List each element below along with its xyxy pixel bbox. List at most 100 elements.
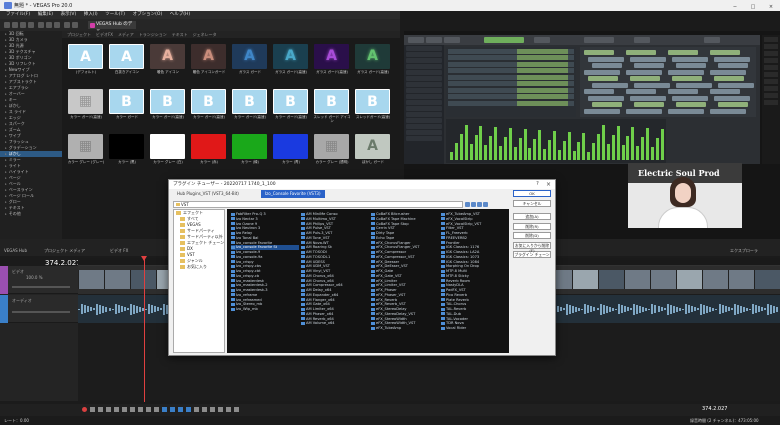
preset-cell[interactable]: B カラー ガード xyxy=(107,87,147,125)
snap-toggle[interactable] xyxy=(194,407,199,412)
preset-cell[interactable]: カラー グレー (白) xyxy=(148,132,188,170)
up-folder-icon[interactable] xyxy=(465,202,470,207)
tab-project-media[interactable]: プロジェクト メディア xyxy=(44,248,85,254)
prev-frame-button[interactable] xyxy=(130,407,135,412)
preset-cell[interactable]: B カラー ガード(高速) xyxy=(189,87,229,125)
menu-options[interactable]: オプション(O) xyxy=(133,11,163,19)
play-button[interactable] xyxy=(106,407,111,412)
zoom-tool[interactable] xyxy=(234,407,239,412)
split-tool[interactable] xyxy=(186,407,191,412)
plugin-item[interactable]: eFX_TubeAmp xyxy=(371,326,439,331)
cancel-button[interactable]: キャンセル xyxy=(513,199,551,207)
preset-cell[interactable]: A ぼかし ガード xyxy=(353,132,393,170)
pause-button[interactable] xyxy=(114,407,119,412)
remove-favorite-button[interactable]: お気に入りから削除(F) xyxy=(513,241,551,253)
preset-cell[interactable]: A ガラス ガード(高速) xyxy=(312,42,352,80)
add-button[interactable]: 追加(A) xyxy=(513,213,551,220)
tab-vegas-hub[interactable]: VEGAS Hub xyxy=(4,248,27,253)
maximize-icon[interactable]: □ xyxy=(744,2,762,13)
media-tab[interactable]: ビデオFX xyxy=(96,31,113,38)
new-folder-icon[interactable] xyxy=(471,202,476,207)
details-view-icon[interactable] xyxy=(483,202,488,207)
preset-cell[interactable]: B スレッド ガード アイコン xyxy=(312,87,352,125)
video-track-header[interactable]: ビデオ 100.0 % xyxy=(0,266,78,294)
selection-tool[interactable] xyxy=(178,407,183,412)
preset-cell[interactable]: A 暖色 アイコンガード xyxy=(189,42,229,80)
preset-cell[interactable]: カラー (緑) xyxy=(230,132,270,170)
menu-file[interactable]: ファイル(F) xyxy=(6,11,30,19)
tab-video-fx[interactable]: ビデオ FX xyxy=(110,248,128,254)
stop-button[interactable] xyxy=(122,407,127,412)
next-frame-button[interactable] xyxy=(138,407,143,412)
menu-tools[interactable]: ツール(T) xyxy=(105,11,125,19)
preset-cell[interactable]: カラー (赤) xyxy=(189,132,229,170)
paste-icon[interactable] xyxy=(54,22,60,28)
menu-insert[interactable]: 挿入(I) xyxy=(84,11,98,19)
preset-cell[interactable]: カラー (青) xyxy=(271,132,311,170)
media-tab[interactable]: トランジション xyxy=(139,31,167,38)
preset-cell[interactable]: A 白抜きアイコン xyxy=(107,42,147,80)
dialog-close-icon[interactable]: × xyxy=(544,180,553,189)
folder-tree-item[interactable]: お気に入り xyxy=(174,264,224,270)
plugin-chain-button[interactable]: プラグイン チェーン xyxy=(513,251,551,258)
audio-track-header[interactable]: オーディオ xyxy=(0,295,78,323)
delete-button[interactable]: 削除(D) xyxy=(513,232,551,239)
play-from-start-button[interactable] xyxy=(98,407,103,412)
remove-button[interactable]: 削除(R) xyxy=(513,222,551,230)
video-level-slider[interactable] xyxy=(12,286,70,288)
media-tab[interactable]: メディア xyxy=(118,31,134,38)
ok-button[interactable]: OK xyxy=(513,190,551,197)
cut-icon[interactable] xyxy=(38,22,44,28)
vegas-hub-button[interactable]: VEGAS Hub のデモ xyxy=(88,21,136,35)
lock-envelopes[interactable] xyxy=(210,407,215,412)
dialog-tab[interactable]: Hub Plugins_VST (VST3_64-Bit) xyxy=(173,190,243,198)
playhead-cursor[interactable] xyxy=(141,256,147,402)
menu-help[interactable]: ヘルプ(H) xyxy=(170,11,190,19)
close-icon[interactable]: × xyxy=(762,2,780,13)
menu-view[interactable]: 表示(V) xyxy=(61,11,77,19)
go-end-button[interactable] xyxy=(154,407,159,412)
plugin-item[interactable]: Vocal Rider xyxy=(441,326,509,331)
preset-cell[interactable]: ▦ カラー グレー (グレー) xyxy=(66,132,106,170)
region-button[interactable] xyxy=(226,407,231,412)
preset-cell[interactable]: B カラー ガード(高速) xyxy=(230,87,270,125)
tree-item[interactable]: その他 xyxy=(0,211,62,217)
preset-cell[interactable]: ▦ カラー ガード(高速) xyxy=(66,87,106,125)
plugin-item[interactable]: AM Volume_x64 xyxy=(301,321,369,326)
save-icon[interactable] xyxy=(20,22,26,28)
media-tab[interactable]: テキスト xyxy=(172,31,188,38)
help-icon[interactable]: ? xyxy=(533,180,542,189)
marker-button[interactable] xyxy=(218,407,223,412)
location-path[interactable]: VST xyxy=(173,201,463,208)
preset-cell[interactable]: ▦ カラー グレー (透明) xyxy=(312,132,352,170)
copy-icon[interactable] xyxy=(46,22,52,28)
plugin-item[interactable]: Izo_Wtp_mb xyxy=(231,307,299,312)
normal-edit-tool[interactable] xyxy=(162,407,167,412)
open-icon[interactable] xyxy=(12,22,18,28)
redo-icon[interactable] xyxy=(72,22,78,28)
go-start-button[interactable] xyxy=(146,407,151,412)
preset-cell[interactable]: A ガラス ガード(高速) xyxy=(353,42,393,80)
record-button[interactable] xyxy=(82,407,87,412)
new-project-icon[interactable] xyxy=(4,22,10,28)
envelope-tool[interactable] xyxy=(170,407,175,412)
menu-edit[interactable]: 編集(E) xyxy=(38,11,53,19)
preset-cell[interactable]: A 暖色 アイコン xyxy=(148,42,188,80)
preset-cell[interactable]: A (デフォルト) xyxy=(66,42,106,80)
loop-button[interactable] xyxy=(90,407,95,412)
preset-cell[interactable]: カラー (黒) xyxy=(107,132,147,170)
undo-icon[interactable] xyxy=(64,22,70,28)
minimize-icon[interactable]: − xyxy=(726,2,744,13)
media-tab[interactable]: プロジェクト xyxy=(67,31,91,38)
auto-ripple-toggle[interactable] xyxy=(202,407,207,412)
media-tab[interactable]: ジェネレータ xyxy=(193,31,217,38)
list-view-icon[interactable] xyxy=(477,202,482,207)
render-icon[interactable] xyxy=(28,22,34,28)
preset-cell[interactable]: B スレッドガード(高速) xyxy=(353,87,393,125)
preset-cell[interactable]: A ガラス ガード xyxy=(230,42,270,80)
tab-explorer[interactable]: エクスプローラ xyxy=(730,248,758,254)
preset-cell[interactable]: A ガラス ガード(高速) xyxy=(271,42,311,80)
preset-cell[interactable]: B カラー ガード(高速) xyxy=(148,87,188,125)
dialog-tab[interactable]: Izo_Console Favorite (VST3) xyxy=(261,190,325,198)
preset-cell[interactable]: B カラー ガード(高速) xyxy=(271,87,311,125)
